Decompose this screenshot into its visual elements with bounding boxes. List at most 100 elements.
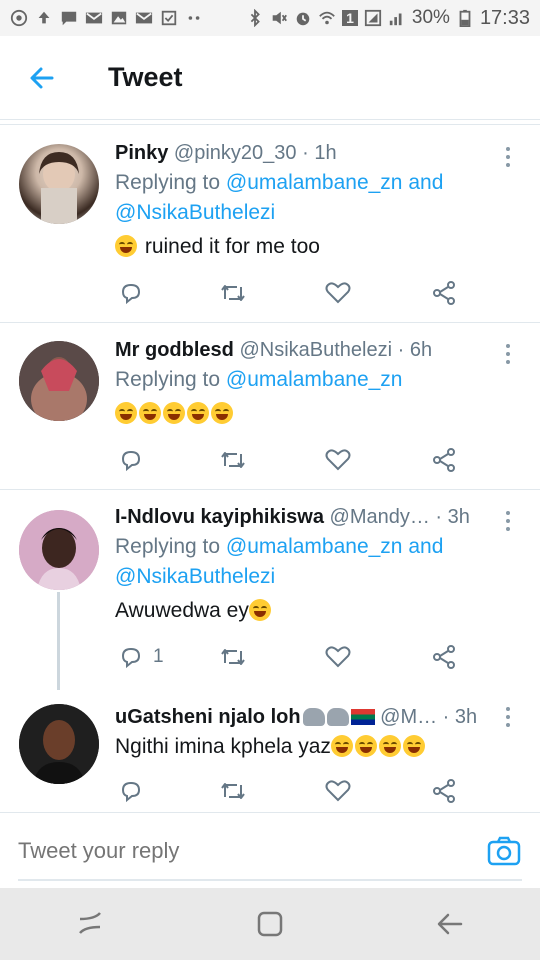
mention-link[interactable]: @umalambane_zn	[226, 171, 403, 194]
rofl-emoji-icon	[354, 735, 377, 757]
back-nav-icon	[437, 913, 463, 935]
reply-button[interactable]	[119, 445, 143, 475]
replying-prefix: Replying to	[115, 368, 221, 391]
avatar-image	[19, 510, 99, 590]
replying-to: Replying to @umalambane_zn and @NsikaBut…	[115, 532, 500, 592]
share-icon	[433, 779, 455, 803]
retweet-icon	[221, 285, 245, 301]
heart-icon	[325, 646, 351, 668]
alarm-icon	[296, 12, 310, 26]
tweet-header: Mr godblesd @NsikaButhelezi · 6h	[115, 337, 500, 363]
retweet-icon	[221, 452, 245, 468]
camera-button[interactable]	[486, 833, 522, 869]
tweet-text-content: Awuwedwa ey	[115, 599, 249, 622]
mute-icon	[272, 11, 288, 25]
display-name[interactable]: uGatsheni njalo loh	[115, 706, 301, 728]
reply-count: 1	[153, 646, 164, 667]
reply-button[interactable]: 1	[119, 642, 164, 672]
rofl-emoji-icon	[163, 402, 185, 424]
mention-link[interactable]: @umalambane_zn	[226, 535, 403, 558]
tweet-ugatsheni[interactable]: uGatsheni njalo loh @M… · 3h Ngithi imin…	[0, 690, 540, 810]
mention-and[interactable]: and	[408, 171, 443, 194]
elephant-emoji-icon	[302, 708, 325, 726]
share-icon	[433, 645, 455, 669]
separator-dot: ·	[397, 339, 405, 361]
share-button[interactable]	[431, 776, 457, 806]
battery-icon	[459, 9, 471, 27]
home-button[interactable]	[240, 894, 300, 954]
separator-dot: ·	[442, 706, 450, 728]
elephant-emoji-icon	[326, 708, 349, 726]
joy-emoji-icon	[248, 599, 271, 621]
tweet-mr-godblesd[interactable]: Mr godblesd @NsikaButhelezi · 6h Replyin…	[0, 323, 540, 489]
tweet-pinky[interactable]: Pinky @pinky20_30 · 1h Replying to @umal…	[0, 126, 540, 322]
mention-link-2[interactable]: @NsikaButhelezi	[115, 565, 275, 588]
timestamp: 3h	[447, 506, 470, 528]
reply-icon	[121, 781, 141, 803]
replying-prefix: Replying to	[115, 171, 221, 194]
task-check-icon	[161, 10, 177, 26]
retweet-button[interactable]	[219, 278, 247, 308]
rofl-emoji-icon	[378, 735, 401, 757]
avatar[interactable]	[19, 144, 99, 224]
tweet-header: uGatsheni njalo loh @M… · 3h	[115, 704, 500, 730]
retweet-icon	[221, 649, 245, 665]
recents-button[interactable]	[60, 894, 120, 954]
user-handle[interactable]: @pinky20_30	[174, 142, 297, 164]
like-button[interactable]	[325, 278, 351, 308]
system-nav-bar	[0, 888, 540, 960]
system-back-button[interactable]	[420, 894, 480, 954]
retweet-button[interactable]	[219, 642, 247, 672]
reply-button[interactable]	[119, 278, 143, 308]
share-button[interactable]	[431, 642, 457, 672]
replying-to: Replying to @umalambane_zn and @NsikaBut…	[115, 168, 500, 228]
top-app-bar: Tweet	[0, 36, 540, 120]
tweet-header: Pinky @pinky20_30 · 1h	[115, 140, 500, 166]
more-options-button[interactable]	[498, 341, 518, 367]
separator-dot: ·	[302, 142, 309, 164]
mention-link-2[interactable]: @NsikaButhelezi	[115, 201, 275, 224]
like-button[interactable]	[325, 776, 351, 806]
more-options-button[interactable]	[498, 144, 518, 170]
upload-icon	[38, 11, 50, 24]
clock: 17:33	[479, 6, 530, 29]
user-handle[interactable]: @M…	[380, 706, 437, 728]
share-button[interactable]	[431, 278, 457, 308]
wifi-icon	[319, 11, 335, 25]
sim-number: 1	[342, 10, 358, 26]
mention-and[interactable]: and	[408, 535, 443, 558]
reply-button[interactable]	[119, 776, 143, 806]
tweet-actions	[115, 445, 475, 475]
rofl-emoji-icon	[211, 402, 233, 424]
south-africa-flag-icon	[350, 709, 375, 725]
like-button[interactable]	[325, 445, 351, 475]
timestamp: 3h	[454, 706, 478, 728]
avatar[interactable]	[19, 510, 99, 590]
avatar[interactable]	[19, 704, 99, 784]
like-button[interactable]	[325, 642, 351, 672]
share-button[interactable]	[431, 445, 457, 475]
battery-percent: 30%	[411, 7, 450, 28]
back-button[interactable]	[0, 36, 84, 120]
back-arrow-icon	[30, 67, 54, 88]
replying-to: Replying to @umalambane_zn	[115, 365, 500, 395]
reply-input[interactable]	[18, 831, 438, 871]
user-handle[interactable]: @Mandy…	[330, 506, 430, 528]
user-handle[interactable]: @NsikaButhelezi	[239, 339, 392, 361]
separator-dot: ·	[435, 506, 443, 528]
mention-link[interactable]: @umalambane_zn	[226, 368, 403, 391]
message-icon	[61, 11, 77, 26]
more-options-button[interactable]	[498, 508, 518, 534]
display-name[interactable]: Mr godblesd	[115, 339, 234, 361]
avatar[interactable]	[19, 341, 99, 421]
tweet-i-ndlovu[interactable]: I-Ndlovu kayiphikiswa @Mandy… · 3h Reply…	[0, 490, 540, 690]
more-options-button[interactable]	[498, 704, 518, 730]
retweet-button[interactable]	[219, 776, 247, 806]
reply-input-underline	[18, 879, 522, 881]
whatsapp-icon	[10, 9, 28, 27]
rofl-emoji-icon	[139, 402, 161, 424]
system-icons: 1 30% 17:33	[246, 7, 530, 30]
retweet-button[interactable]	[219, 445, 247, 475]
display-name[interactable]: I-Ndlovu kayiphikiswa	[115, 506, 324, 528]
display-name[interactable]: Pinky	[115, 142, 168, 164]
